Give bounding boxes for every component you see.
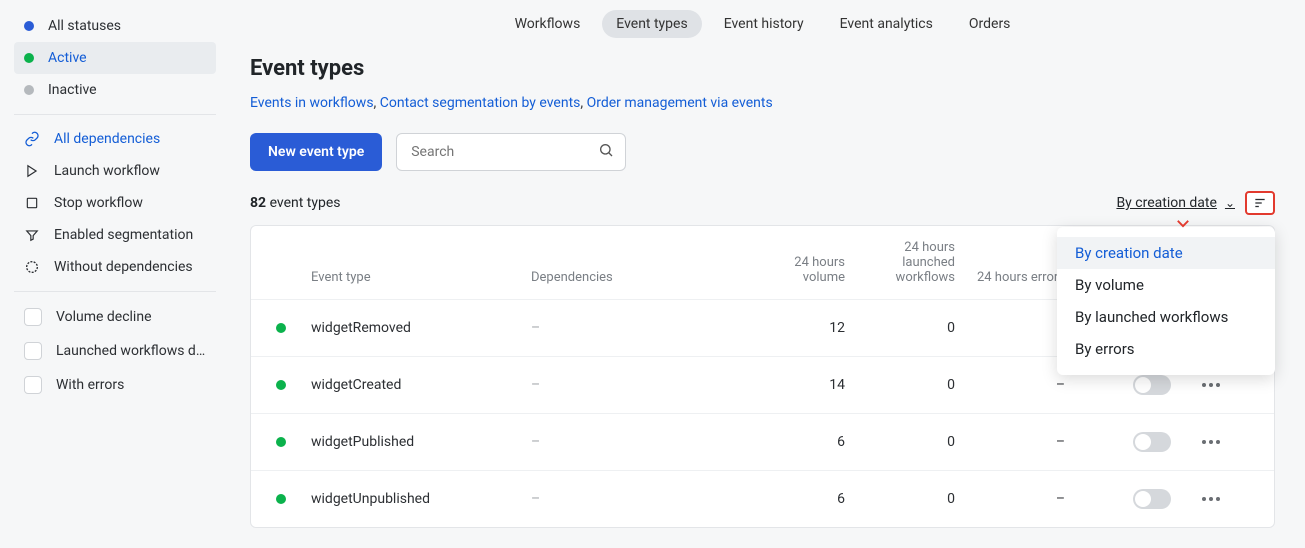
row-volume: 6 xyxy=(751,491,861,507)
new-event-type-button[interactable]: New event type xyxy=(250,133,382,171)
sidebar-label: Without dependencies xyxy=(54,259,193,275)
row-launched: 0 xyxy=(861,377,971,393)
th-dependencies: Dependencies xyxy=(531,270,751,285)
row-dep: – xyxy=(531,320,751,336)
count-number: 82 xyxy=(250,195,266,211)
tab-event-history[interactable]: Event history xyxy=(710,10,818,38)
row-dep: – xyxy=(531,491,751,507)
sidebar: All statuses Active Inactive All depende… xyxy=(0,0,230,548)
sort-direction-button[interactable] xyxy=(1245,191,1275,215)
status-dot-icon xyxy=(24,21,34,31)
th-volume: 24 hours volume xyxy=(751,255,861,285)
unlink-icon xyxy=(24,259,40,275)
sort-dropdown-menu: By creation date By volume By launched w… xyxy=(1057,227,1275,375)
status-dot-icon xyxy=(276,437,286,447)
sidebar-status-inactive[interactable]: Inactive xyxy=(14,74,216,106)
filter-launched-decline[interactable]: Launched workflows de… xyxy=(14,334,216,368)
row-launched: 0 xyxy=(861,434,971,450)
sidebar-dep-all[interactable]: All dependencies xyxy=(14,123,216,155)
row-errors: – xyxy=(971,377,1081,393)
row-name: widgetCreated xyxy=(311,377,531,393)
filter-icon xyxy=(24,227,40,243)
checkbox-icon[interactable] xyxy=(24,308,42,326)
main-content: Workflows Event types Event history Even… xyxy=(230,0,1305,548)
link-events-workflows[interactable]: Events in workflows xyxy=(250,95,374,111)
sort-area: By creation date ⌄ By creation date By v… xyxy=(1116,191,1275,215)
status-dot-icon xyxy=(276,323,286,333)
sidebar-dep-without[interactable]: Without dependencies xyxy=(14,251,216,283)
sort-option-launched[interactable]: By launched workflows xyxy=(1057,301,1275,333)
sort-selected-label: By creation date xyxy=(1116,195,1217,211)
filter-with-errors[interactable]: With errors xyxy=(14,368,216,402)
checkbox-icon[interactable] xyxy=(24,376,42,394)
tab-event-analytics[interactable]: Event analytics xyxy=(826,10,947,38)
sort-option-volume[interactable]: By volume xyxy=(1057,269,1275,301)
sidebar-dep-segmentation[interactable]: Enabled segmentation xyxy=(14,219,216,251)
th-event-type: Event type xyxy=(311,270,531,285)
row-menu-button[interactable] xyxy=(1181,377,1241,393)
sidebar-status-all[interactable]: All statuses xyxy=(14,10,216,42)
page-links: Events in workflows, Contact segmentatio… xyxy=(250,95,1275,111)
th-launched: 24 hours launched workflows xyxy=(861,240,971,285)
sort-option-creation[interactable]: By creation date xyxy=(1057,237,1275,269)
sidebar-label: Inactive xyxy=(48,82,97,98)
filter-volume-decline[interactable]: Volume decline xyxy=(14,300,216,334)
top-nav: Workflows Event types Event history Even… xyxy=(250,0,1275,56)
row-name: widgetUnpublished xyxy=(311,491,531,507)
sidebar-dep-stop[interactable]: Stop workflow xyxy=(14,187,216,219)
sidebar-label: Enabled segmentation xyxy=(54,227,193,243)
tab-workflows[interactable]: Workflows xyxy=(501,10,595,38)
filter-label: Launched workflows de… xyxy=(56,343,206,359)
sort-option-errors[interactable]: By errors xyxy=(1057,333,1275,365)
link-icon xyxy=(24,131,40,147)
row-volume: 6 xyxy=(751,434,861,450)
sidebar-label: Stop workflow xyxy=(54,195,143,211)
status-dot-icon xyxy=(24,53,34,63)
play-icon xyxy=(24,163,40,179)
table-row: widgetUnpublished – 6 0 – xyxy=(251,470,1274,527)
sidebar-label: Launch workflow xyxy=(54,163,160,179)
checkbox-icon[interactable] xyxy=(24,342,42,360)
sort-dropdown-trigger[interactable]: By creation date ⌄ xyxy=(1116,195,1235,211)
chevron-down-icon: ⌄ xyxy=(1225,196,1235,210)
row-launched: 0 xyxy=(861,320,971,336)
row-name: widgetPublished xyxy=(311,434,531,450)
link-order-management[interactable]: Order management via events xyxy=(587,95,773,111)
row-menu-button[interactable] xyxy=(1181,434,1241,450)
search-input[interactable] xyxy=(396,133,626,171)
count-label: event types xyxy=(270,195,341,211)
link-contact-segmentation[interactable]: Contact segmentation by events xyxy=(380,95,581,111)
table-row: widgetPublished – 6 0 – xyxy=(251,413,1274,470)
filter-label: Volume decline xyxy=(56,309,152,325)
tab-orders[interactable]: Orders xyxy=(955,10,1025,38)
stop-icon xyxy=(24,195,40,211)
sidebar-dep-launch[interactable]: Launch workflow xyxy=(14,155,216,187)
results-count: 82 event types xyxy=(250,195,341,211)
search-icon xyxy=(598,142,614,162)
sidebar-status-active[interactable]: Active xyxy=(14,42,216,74)
sidebar-label: All statuses xyxy=(48,18,121,34)
row-toggle[interactable] xyxy=(1133,489,1171,509)
status-dot-icon xyxy=(276,380,286,390)
row-errors: – xyxy=(971,491,1081,507)
row-menu-button[interactable] xyxy=(1181,491,1241,507)
page-title: Event types xyxy=(250,56,1275,81)
row-toggle[interactable] xyxy=(1133,375,1171,395)
row-errors: – xyxy=(971,434,1081,450)
row-volume: 12 xyxy=(751,320,861,336)
row-launched: 0 xyxy=(861,491,971,507)
status-dot-icon xyxy=(24,85,34,95)
row-volume: 14 xyxy=(751,377,861,393)
sidebar-label: Active xyxy=(48,50,87,66)
filter-label: With errors xyxy=(56,377,124,393)
row-dep: – xyxy=(531,377,751,393)
row-dep: – xyxy=(531,434,751,450)
tab-event-types[interactable]: Event types xyxy=(602,10,701,38)
row-toggle[interactable] xyxy=(1133,432,1171,452)
row-name: widgetRemoved xyxy=(311,320,531,336)
sidebar-label: All dependencies xyxy=(54,131,160,147)
